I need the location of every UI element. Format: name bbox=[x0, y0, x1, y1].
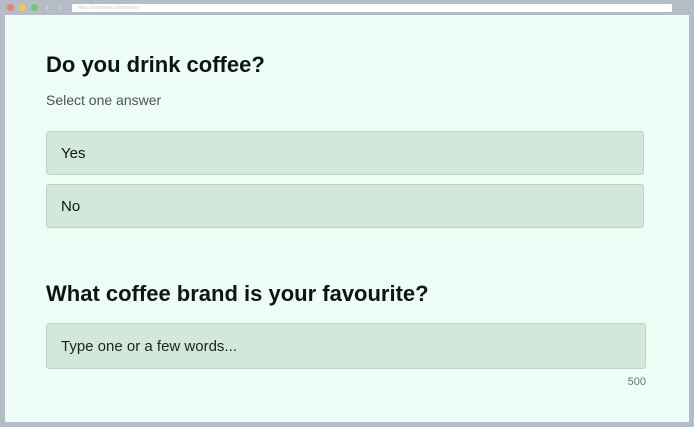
back-arrow-icon[interactable]: ‹ bbox=[43, 3, 51, 12]
question-1-title: Do you drink coffee? bbox=[46, 52, 265, 77]
question-2-title: What coffee brand is your favourite? bbox=[46, 281, 429, 306]
answer-option-yes[interactable]: Yes bbox=[46, 131, 644, 175]
minimize-window-button[interactable] bbox=[19, 4, 26, 11]
browser-titlebar: ‹ › https://example.com/survey bbox=[0, 0, 694, 15]
favourite-brand-input[interactable] bbox=[46, 323, 646, 369]
answer-option-label: Yes bbox=[61, 145, 86, 162]
question-1-hint: Select one answer bbox=[46, 92, 162, 108]
maximize-window-button[interactable] bbox=[31, 4, 38, 11]
close-window-button[interactable] bbox=[7, 4, 14, 11]
answer-option-no[interactable]: No bbox=[46, 184, 644, 228]
address-bar-url: https://example.com/survey bbox=[78, 5, 139, 11]
address-bar[interactable]: https://example.com/survey bbox=[72, 4, 672, 12]
forward-arrow-icon[interactable]: › bbox=[56, 3, 64, 12]
browser-window: ‹ › https://example.com/survey Do you dr… bbox=[0, 0, 694, 427]
answer-option-label: No bbox=[61, 198, 81, 215]
character-limit-counter: 500 bbox=[627, 376, 646, 388]
survey-page: Do you drink coffee? Select one answer Y… bbox=[5, 15, 689, 422]
